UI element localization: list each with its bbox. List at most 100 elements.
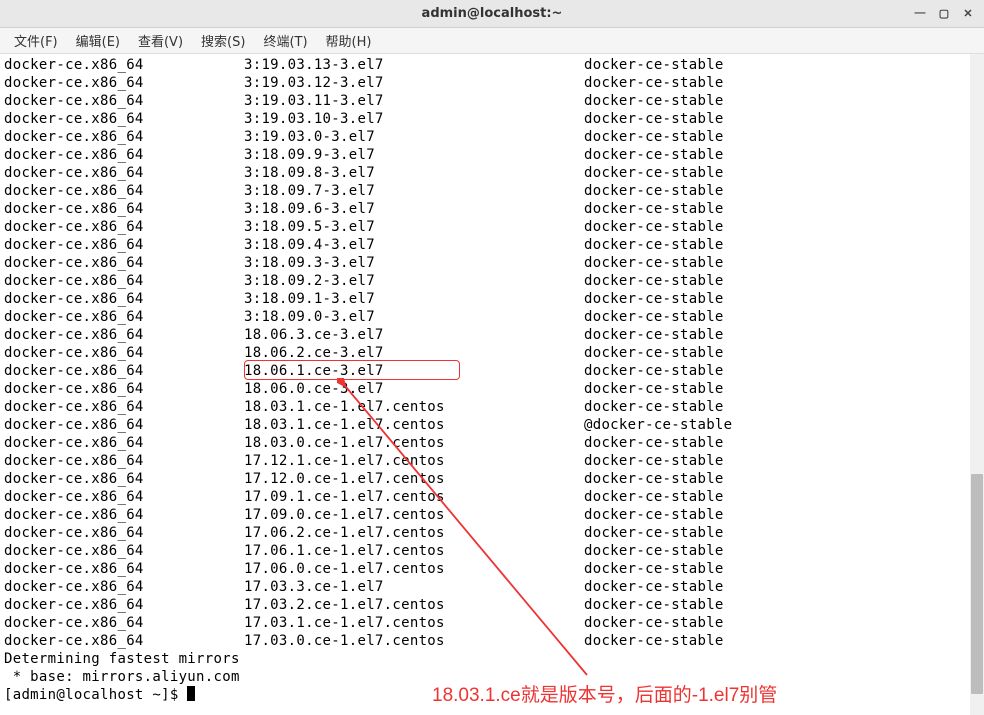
pkg-repo: docker-ce-stable	[584, 290, 724, 308]
pkg-version: 3:19.03.13-3.el7	[244, 56, 584, 74]
menu-edit[interactable]: 编辑(E)	[68, 28, 128, 53]
pkg-name: docker-ce.x86_64	[4, 182, 244, 200]
pkg-name: docker-ce.x86_64	[4, 614, 244, 632]
pkg-version: 3:18.09.8-3.el7	[244, 164, 584, 182]
pkg-version: 3:18.09.1-3.el7	[244, 290, 584, 308]
pkg-repo: docker-ce-stable	[584, 200, 724, 218]
table-row: docker-ce.x86_6418.06.0.ce-3.el7docker-c…	[4, 380, 980, 398]
pkg-name: docker-ce.x86_64	[4, 146, 244, 164]
pkg-version: 17.03.0.ce-1.el7.centos	[244, 632, 584, 650]
table-row: docker-ce.x86_643:18.09.1-3.el7docker-ce…	[4, 290, 980, 308]
table-row: docker-ce.x86_6418.03.0.ce-1.el7.centosd…	[4, 434, 980, 452]
pkg-version: 18.06.0.ce-3.el7	[244, 380, 584, 398]
table-row: docker-ce.x86_643:18.09.8-3.el7docker-ce…	[4, 164, 980, 182]
pkg-version: 3:18.09.6-3.el7	[244, 200, 584, 218]
pkg-name: docker-ce.x86_64	[4, 218, 244, 236]
pkg-version: 3:18.09.0-3.el7	[244, 308, 584, 326]
table-row: docker-ce.x86_643:18.09.4-3.el7docker-ce…	[4, 236, 980, 254]
pkg-version: 17.12.0.ce-1.el7.centos	[244, 470, 584, 488]
table-row: docker-ce.x86_6417.12.0.ce-1.el7.centosd…	[4, 470, 980, 488]
close-button[interactable]: ✕	[958, 4, 978, 22]
pkg-version: 18.03.1.ce-1.el7.centos	[244, 398, 584, 416]
table-row: docker-ce.x86_643:18.09.3-3.el7docker-ce…	[4, 254, 980, 272]
menu-search[interactable]: 搜索(S)	[193, 28, 253, 53]
pkg-repo: docker-ce-stable	[584, 182, 724, 200]
pkg-version: 3:18.09.4-3.el7	[244, 236, 584, 254]
pkg-repo: docker-ce-stable	[584, 524, 724, 542]
prompt-line[interactable]: [admin@localhost ~]$	[4, 686, 980, 704]
pkg-repo: docker-ce-stable	[584, 488, 724, 506]
table-row: docker-ce.x86_6417.09.1.ce-1.el7.centosd…	[4, 488, 980, 506]
table-row: docker-ce.x86_6418.06.2.ce-3.el7docker-c…	[4, 344, 980, 362]
table-row: docker-ce.x86_6417.06.0.ce-1.el7.centosd…	[4, 560, 980, 578]
menu-file[interactable]: 文件(F)	[6, 28, 66, 53]
pkg-version: 18.06.1.ce-3.el7	[244, 362, 584, 380]
table-row: docker-ce.x86_6418.06.3.ce-3.el7docker-c…	[4, 326, 980, 344]
table-row: docker-ce.x86_6417.03.2.ce-1.el7.centosd…	[4, 596, 980, 614]
pkg-repo: docker-ce-stable	[584, 236, 724, 254]
pkg-name: docker-ce.x86_64	[4, 578, 244, 596]
pkg-name: docker-ce.x86_64	[4, 92, 244, 110]
pkg-name: docker-ce.x86_64	[4, 254, 244, 272]
table-row: docker-ce.x86_643:19.03.12-3.el7docker-c…	[4, 74, 980, 92]
pkg-version: 3:19.03.10-3.el7	[244, 110, 584, 128]
table-row: docker-ce.x86_643:18.09.6-3.el7docker-ce…	[4, 200, 980, 218]
pkg-name: docker-ce.x86_64	[4, 74, 244, 92]
pkg-version: 17.09.0.ce-1.el7.centos	[244, 506, 584, 524]
table-row: docker-ce.x86_6418.03.1.ce-1.el7.centos@…	[4, 416, 980, 434]
pkg-repo: docker-ce-stable	[584, 632, 724, 650]
titlebar: admin@localhost:~ — ▢ ✕	[0, 0, 984, 28]
pkg-version: 3:19.03.12-3.el7	[244, 74, 584, 92]
pkg-repo: docker-ce-stable	[584, 434, 724, 452]
pkg-version: 18.03.1.ce-1.el7.centos	[244, 416, 584, 434]
pkg-name: docker-ce.x86_64	[4, 200, 244, 218]
pkg-name: docker-ce.x86_64	[4, 488, 244, 506]
pkg-version: 3:19.03.0-3.el7	[244, 128, 584, 146]
pkg-version: 17.03.2.ce-1.el7.centos	[244, 596, 584, 614]
pkg-name: docker-ce.x86_64	[4, 416, 244, 434]
table-row: docker-ce.x86_6418.06.1.ce-3.el7docker-c…	[4, 362, 980, 380]
table-row: docker-ce.x86_6417.06.2.ce-1.el7.centosd…	[4, 524, 980, 542]
pkg-name: docker-ce.x86_64	[4, 308, 244, 326]
pkg-name: docker-ce.x86_64	[4, 344, 244, 362]
pkg-repo: docker-ce-stable	[584, 164, 724, 182]
pkg-name: docker-ce.x86_64	[4, 326, 244, 344]
pkg-repo: docker-ce-stable	[584, 614, 724, 632]
pkg-repo: docker-ce-stable	[584, 542, 724, 560]
pkg-version: 17.03.1.ce-1.el7.centos	[244, 614, 584, 632]
pkg-name: docker-ce.x86_64	[4, 596, 244, 614]
cursor	[187, 686, 195, 701]
table-row: docker-ce.x86_6417.03.3.ce-1.el7docker-c…	[4, 578, 980, 596]
pkg-version: 3:18.09.5-3.el7	[244, 218, 584, 236]
table-row: docker-ce.x86_643:18.09.0-3.el7docker-ce…	[4, 308, 980, 326]
scrollbar-thumb[interactable]	[971, 474, 983, 694]
table-row: docker-ce.x86_643:19.03.10-3.el7docker-c…	[4, 110, 980, 128]
scrollbar[interactable]	[970, 54, 984, 715]
pkg-repo: docker-ce-stable	[584, 452, 724, 470]
prompt-text: [admin@localhost ~]$	[4, 686, 187, 704]
pkg-name: docker-ce.x86_64	[4, 236, 244, 254]
pkg-version: 17.06.2.ce-1.el7.centos	[244, 524, 584, 542]
pkg-repo: docker-ce-stable	[584, 92, 724, 110]
pkg-version: 3:18.09.9-3.el7	[244, 146, 584, 164]
pkg-version: 3:18.09.2-3.el7	[244, 272, 584, 290]
menu-view[interactable]: 查看(V)	[130, 28, 191, 53]
pkg-repo: docker-ce-stable	[584, 560, 724, 578]
pkg-version: 17.06.0.ce-1.el7.centos	[244, 560, 584, 578]
pkg-version: 17.09.1.ce-1.el7.centos	[244, 488, 584, 506]
table-row: docker-ce.x86_643:18.09.2-3.el7docker-ce…	[4, 272, 980, 290]
menu-help[interactable]: 帮助(H)	[318, 28, 380, 53]
pkg-repo: docker-ce-stable	[584, 56, 724, 74]
pkg-name: docker-ce.x86_64	[4, 290, 244, 308]
terminal-content[interactable]: docker-ce.x86_643:19.03.13-3.el7docker-c…	[0, 54, 984, 715]
maximize-button[interactable]: ▢	[934, 4, 954, 22]
menu-terminal[interactable]: 终端(T)	[255, 28, 315, 53]
minimize-button[interactable]: —	[910, 4, 930, 22]
pkg-version: 18.06.2.ce-3.el7	[244, 344, 584, 362]
table-row: docker-ce.x86_6417.03.0.ce-1.el7.centosd…	[4, 632, 980, 650]
pkg-repo: docker-ce-stable	[584, 110, 724, 128]
menubar: 文件(F) 编辑(E) 查看(V) 搜索(S) 终端(T) 帮助(H)	[0, 28, 984, 54]
pkg-name: docker-ce.x86_64	[4, 128, 244, 146]
footer-line: Determining fastest mirrors	[4, 650, 980, 668]
window-controls: — ▢ ✕	[910, 4, 978, 22]
